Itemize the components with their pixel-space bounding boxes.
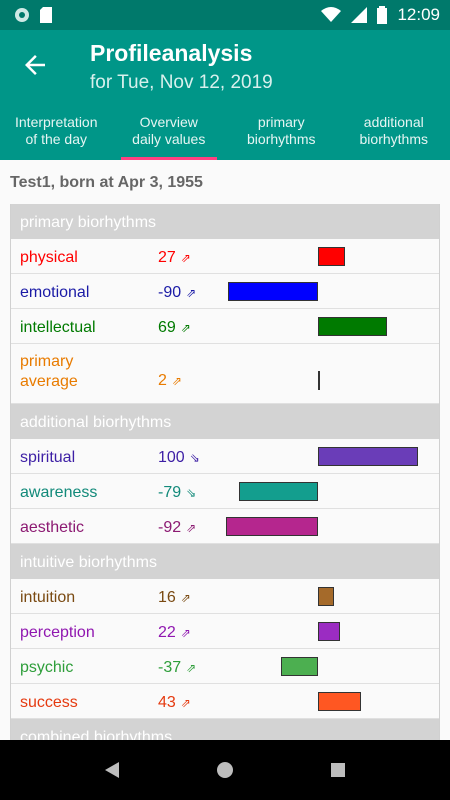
row-label: perception [20, 624, 95, 641]
row-label: emotional [20, 284, 90, 301]
tab-additional-biorhythms[interactable]: additional biorhythms [338, 110, 450, 160]
sd-card-icon [40, 7, 52, 23]
row-value: 16 ⇗ [158, 589, 191, 606]
section-header-intuitive: intuitive biorhythms [11, 544, 439, 579]
row-intuition: intuition 16 ⇗ [11, 579, 439, 614]
tab-overview[interactable]: Overview daily values [113, 110, 226, 160]
row-primary-average: primary average 2 ⇗ [11, 344, 439, 404]
row-label: awareness [20, 484, 98, 501]
system-nav-bar [0, 740, 450, 800]
row-label: physical [20, 249, 78, 266]
trend-arrow-icon: ⇗ [171, 374, 182, 388]
tab-bar: Interpretation of the day Overview daily… [0, 110, 450, 160]
row-value: 27 ⇗ [158, 249, 191, 266]
row-label: intellectual [20, 319, 96, 336]
value-bar [318, 371, 320, 390]
row-awareness: awareness -79 ⇘ [11, 474, 439, 509]
value-bar [318, 317, 387, 336]
value-bar [318, 447, 418, 466]
section-header-primary: primary biorhythms [11, 204, 439, 239]
page-subtitle: for Tue, Nov 12, 2019 [90, 72, 273, 93]
signal-icon [351, 7, 368, 23]
row-success: success 43 ⇗ [11, 684, 439, 719]
row-value: 22 ⇗ [158, 624, 191, 641]
nav-home-icon[interactable] [215, 760, 235, 780]
trend-arrow-icon: ⇗ [180, 591, 191, 605]
section-header-combined: combined biorhythms [11, 719, 439, 740]
trend-arrow-icon: ⇗ [186, 286, 197, 300]
nav-back-icon[interactable] [103, 760, 121, 780]
tab-primary-biorhythms[interactable]: primary biorhythms [225, 110, 338, 160]
value-bar [318, 247, 345, 266]
values-table: primary biorhythms physical 27 ⇗ emotiona… [10, 204, 440, 740]
nav-recents-icon[interactable] [329, 760, 347, 780]
row-value: 100 ⇘ [158, 449, 200, 466]
trend-arrow-icon: ⇗ [180, 321, 191, 335]
wifi-icon [321, 7, 342, 22]
row-value: -79 ⇘ [158, 484, 197, 501]
row-value: 43 ⇗ [158, 694, 191, 711]
page-title: Profileanalysis [90, 40, 253, 66]
value-bar [318, 692, 361, 711]
row-aesthetic: aesthetic -92 ⇗ [11, 509, 439, 544]
value-bar [281, 657, 318, 676]
row-physical: physical 27 ⇗ [11, 239, 439, 274]
status-bar: 12:09 [0, 0, 450, 30]
row-spiritual: spiritual 100 ⇘ [11, 439, 439, 474]
trend-arrow-icon: ⇗ [186, 521, 197, 535]
back-arrow-icon[interactable] [20, 50, 50, 80]
trend-arrow-icon: ⇗ [180, 626, 191, 640]
notification-circle-icon [15, 8, 29, 22]
value-bar [239, 482, 318, 501]
owner-line: Test1, born at Apr 3, 1955 [10, 174, 203, 191]
row-intellectual: intellectual 69 ⇗ [11, 309, 439, 344]
tab-interpretation[interactable]: Interpretation of the day [0, 110, 113, 160]
row-label: primary average [20, 353, 78, 390]
row-emotional: emotional -90 ⇗ [11, 274, 439, 309]
content-area[interactable]: Test1, born at Apr 3, 1955 primary biorh… [0, 160, 450, 740]
app-bar: Profileanalysis for Tue, Nov 12, 2019 In… [0, 30, 450, 160]
row-label: psychic [20, 659, 74, 676]
row-value: -90 ⇗ [158, 284, 197, 301]
row-label: intuition [20, 589, 76, 606]
value-bar [226, 517, 318, 536]
row-label: aesthetic [20, 519, 85, 536]
row-label: success [20, 694, 78, 711]
row-value: 69 ⇗ [158, 319, 191, 336]
row-psychic: psychic -37 ⇗ [11, 649, 439, 684]
trend-arrow-icon: ⇘ [189, 451, 200, 465]
value-bar [318, 587, 334, 606]
trend-arrow-icon: ⇗ [186, 661, 197, 675]
row-value: -92 ⇗ [158, 519, 197, 536]
trend-arrow-icon: ⇗ [180, 251, 191, 265]
value-bar [318, 622, 340, 641]
value-bar [228, 282, 318, 301]
clock: 12:09 [397, 5, 440, 24]
trend-arrow-icon: ⇗ [180, 696, 191, 710]
row-value: -37 ⇗ [158, 659, 197, 676]
battery-icon [377, 6, 388, 24]
trend-arrow-icon: ⇘ [186, 486, 197, 500]
row-label: spiritual [20, 449, 76, 466]
section-header-additional: additional biorhythms [11, 404, 439, 439]
row-perception: perception 22 ⇗ [11, 614, 439, 649]
row-value: 2 ⇗ [158, 372, 182, 389]
